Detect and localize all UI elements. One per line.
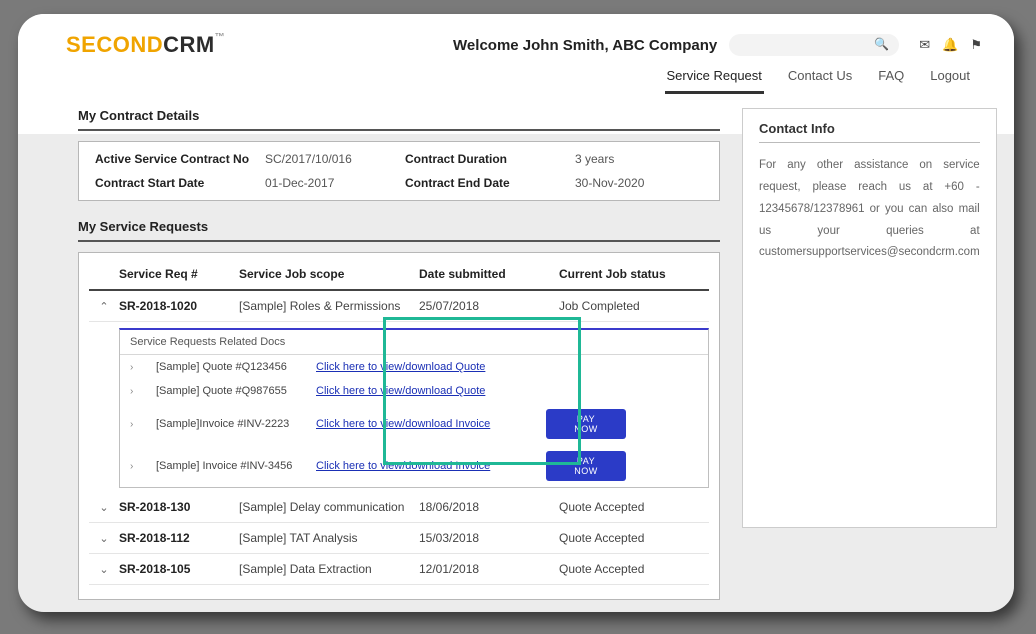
nav-faq[interactable]: FAQ <box>876 64 906 94</box>
doc-download-link[interactable]: Click here to view/download Quote <box>316 385 485 397</box>
contract-start-value: 01-Dec-2017 <box>265 176 405 190</box>
doc-row: ›[Sample] Invoice #INV-3456Click here to… <box>120 445 708 487</box>
chevron-right-icon[interactable]: › <box>130 461 156 472</box>
table-row: ⌄SR-2018-130[Sample] Delay communication… <box>89 492 709 523</box>
related-docs-title: Service Requests Related Docs <box>120 330 708 355</box>
table-row: ⌃SR-2018-1020[Sample] Roles & Permission… <box>89 291 709 322</box>
req-number: SR-2018-1020 <box>119 299 239 313</box>
expand-toggle[interactable]: ⌄ <box>89 563 119 576</box>
req-status: Quote Accepted <box>559 562 709 576</box>
requests-table: Service Req # Service Job scope Date sub… <box>78 252 720 600</box>
col-date: Date submitted <box>419 267 559 281</box>
req-date: 12/01/2018 <box>419 562 559 576</box>
table-row: ⌄SR-2018-112[Sample] TAT Analysis15/03/2… <box>89 523 709 554</box>
search-icon[interactable]: 🔍 <box>874 37 889 51</box>
nav-service-request[interactable]: Service Request <box>665 64 764 94</box>
chevron-right-icon[interactable]: › <box>130 419 156 430</box>
contract-details-card: Active Service Contract No SC/2017/10/01… <box>78 141 720 201</box>
contract-duration-value: 3 years <box>575 152 695 166</box>
doc-name: [Sample]Invoice #INV-2223 <box>156 418 316 430</box>
bell-icon[interactable]: 🔔 <box>942 37 958 53</box>
doc-row: ›[Sample] Quote #Q987655Click here to vi… <box>120 379 708 403</box>
related-docs-panel: Service Requests Related Docs›[Sample] Q… <box>119 328 709 488</box>
doc-download-link[interactable]: Click here to view/download Invoice <box>316 460 490 472</box>
req-scope: [Sample] Roles & Permissions <box>239 299 419 313</box>
doc-name: [Sample] Quote #Q987655 <box>156 385 316 397</box>
contract-no-value: SC/2017/10/016 <box>265 152 405 166</box>
req-scope: [Sample] Data Extraction <box>239 562 419 576</box>
requests-section-title: My Service Requests <box>78 219 720 242</box>
nav-contact-us[interactable]: Contact Us <box>786 64 854 94</box>
contract-duration-label: Contract Duration <box>405 152 575 166</box>
req-number: SR-2018-105 <box>119 562 239 576</box>
col-req: Service Req # <box>119 267 239 281</box>
req-date: 25/07/2018 <box>419 299 559 313</box>
contract-end-value: 30-Nov-2020 <box>575 176 695 190</box>
contact-info-card: Contact Info For any other assistance on… <box>742 108 997 528</box>
contract-start-label: Contract Start Date <box>95 176 265 190</box>
nav-logout[interactable]: Logout <box>928 64 972 94</box>
flag-icon[interactable]: ⚑ <box>970 37 982 53</box>
req-status: Quote Accepted <box>559 531 709 545</box>
pay-now-button[interactable]: PAY NOW <box>546 451 626 481</box>
expand-toggle[interactable]: ⌄ <box>89 501 119 514</box>
brand-logo: SECONDCRM™ <box>66 32 225 58</box>
pay-now-button[interactable]: PAY NOW <box>546 409 626 439</box>
chevron-right-icon[interactable]: › <box>130 362 156 373</box>
req-status: Quote Accepted <box>559 500 709 514</box>
col-scope: Service Job scope <box>239 267 419 281</box>
contract-no-label: Active Service Contract No <box>95 152 265 166</box>
req-scope: [Sample] Delay communication <box>239 500 419 514</box>
req-date: 18/06/2018 <box>419 500 559 514</box>
req-number: SR-2018-112 <box>119 531 239 545</box>
col-status: Current Job status <box>559 267 709 281</box>
contract-section-title: My Contract Details <box>78 108 720 131</box>
contact-info-body: For any other assistance on service requ… <box>759 155 980 264</box>
expand-toggle[interactable]: ⌃ <box>89 300 119 313</box>
req-date: 15/03/2018 <box>419 531 559 545</box>
doc-download-link[interactable]: Click here to view/download Invoice <box>316 418 490 430</box>
doc-download-link[interactable]: Click here to view/download Quote <box>316 361 485 373</box>
chevron-right-icon[interactable]: › <box>130 386 156 397</box>
doc-name: [Sample] Quote #Q123456 <box>156 361 316 373</box>
contract-end-label: Contract End Date <box>405 176 575 190</box>
req-status: Job Completed <box>559 299 709 313</box>
mail-icon[interactable]: ✉ <box>919 37 930 53</box>
contact-info-title: Contact Info <box>759 121 980 143</box>
doc-row: ›[Sample]Invoice #INV-2223Click here to … <box>120 403 708 445</box>
req-number: SR-2018-130 <box>119 500 239 514</box>
doc-row: ›[Sample] Quote #Q123456Click here to vi… <box>120 355 708 379</box>
expand-toggle[interactable]: ⌄ <box>89 532 119 545</box>
doc-name: [Sample] Invoice #INV-3456 <box>156 460 316 472</box>
welcome-text: Welcome John Smith, ABC Company <box>453 37 717 54</box>
table-row: ⌄SR-2018-105[Sample] Data Extraction12/0… <box>89 554 709 585</box>
req-scope: [Sample] TAT Analysis <box>239 531 419 545</box>
